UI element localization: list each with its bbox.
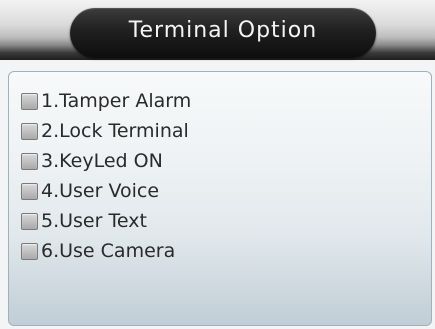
option-label: 2.Lock Terminal [41, 119, 189, 142]
option-label: 5.User Text [41, 209, 147, 232]
lock-terminal-checkbox[interactable] [21, 122, 38, 140]
user-voice-checkbox[interactable] [21, 182, 38, 200]
tamper-alarm-checkbox[interactable] [21, 92, 38, 110]
option-label: 4.User Voice [41, 179, 160, 202]
option-keyled-on[interactable]: 3.KeyLed ON [21, 146, 191, 176]
use-camera-checkbox[interactable] [21, 242, 38, 260]
options-list: 1.Tamper Alarm 2.Lock Terminal 3.KeyLed … [21, 86, 191, 266]
keyled-on-checkbox[interactable] [21, 152, 38, 170]
option-label: 1.Tamper Alarm [41, 89, 192, 112]
option-user-text[interactable]: 5.User Text [21, 206, 191, 236]
terminal-option-screen: Terminal Option 1.Tamper Alarm 2.Lock Te… [0, 0, 435, 329]
option-lock-terminal[interactable]: 2.Lock Terminal [21, 116, 191, 146]
title-pill: Terminal Option [70, 8, 376, 58]
user-text-checkbox[interactable] [21, 212, 38, 230]
options-panel: 1.Tamper Alarm 2.Lock Terminal 3.KeyLed … [8, 71, 432, 326]
page-title: Terminal Option [128, 18, 318, 43]
option-tamper-alarm[interactable]: 1.Tamper Alarm [21, 86, 191, 116]
header-bar: Terminal Option [0, 0, 435, 60]
option-user-voice[interactable]: 4.User Voice [21, 176, 191, 206]
option-label: 3.KeyLed ON [41, 149, 163, 172]
option-use-camera[interactable]: 6.Use Camera [21, 236, 191, 266]
option-label: 6.Use Camera [41, 239, 176, 262]
